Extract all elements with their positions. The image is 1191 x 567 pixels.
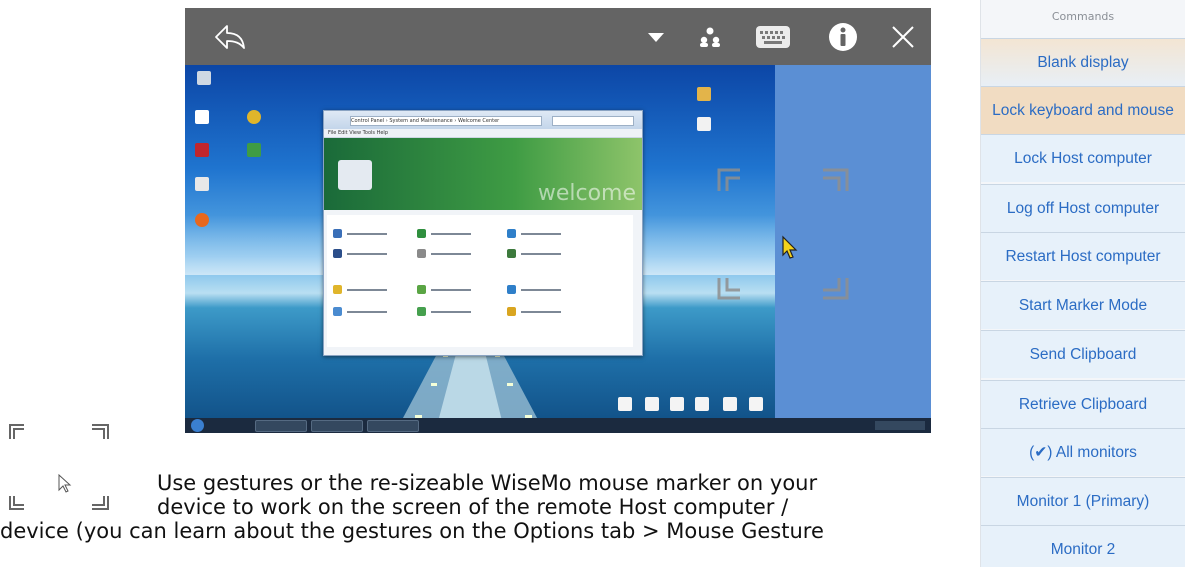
help-caption: Use gestures or the re-sizeable WiseMo m… bbox=[0, 471, 985, 567]
monitor-1-button[interactable]: Monitor 1 (Primary) bbox=[981, 477, 1185, 525]
file-icon[interactable] bbox=[697, 117, 711, 131]
caption-line-3: device (you can learn about the gestures… bbox=[0, 519, 824, 543]
taskbar-item[interactable] bbox=[311, 420, 363, 432]
log-off-host-button[interactable]: Log off Host computer bbox=[981, 184, 1185, 232]
restart-host-button[interactable]: Restart Host computer bbox=[981, 232, 1185, 280]
welcome-text: welcome bbox=[537, 181, 636, 206]
folder-icon[interactable] bbox=[697, 87, 711, 101]
users-icon[interactable] bbox=[695, 8, 725, 65]
send-clipboard-button[interactable]: Send Clipboard bbox=[981, 330, 1185, 378]
remote-desktop[interactable]: Control Panel › System and Maintenance ›… bbox=[185, 65, 775, 433]
address-field[interactable]: Control Panel › System and Maintenance ›… bbox=[350, 116, 542, 126]
shortcut-icon[interactable] bbox=[618, 397, 632, 411]
welcome-tasks bbox=[327, 215, 633, 347]
firefox-icon[interactable] bbox=[195, 213, 209, 227]
remote-taskbar bbox=[185, 418, 931, 433]
computer-icon bbox=[338, 160, 372, 190]
back-arrow-icon[interactable] bbox=[207, 8, 253, 65]
app-shortcut-icon[interactable] bbox=[247, 143, 261, 157]
shortcut-icon[interactable] bbox=[723, 397, 737, 411]
start-marker-mode-button[interactable]: Start Marker Mode bbox=[981, 281, 1185, 329]
keyboard-icon[interactable] bbox=[751, 8, 795, 65]
search-box[interactable] bbox=[552, 116, 634, 126]
acrobat-icon[interactable] bbox=[195, 143, 209, 157]
window-address-bar: Control Panel › System and Maintenance ›… bbox=[324, 111, 642, 129]
lock-host-button[interactable]: Lock Host computer bbox=[981, 134, 1185, 182]
document-icon[interactable] bbox=[195, 177, 209, 191]
commands-header: Commands bbox=[1051, 10, 1115, 23]
retrieve-clipboard-button[interactable]: Retrieve Clipboard bbox=[981, 380, 1185, 428]
pointer-icon bbox=[782, 235, 798, 259]
shortcut-icon[interactable] bbox=[749, 397, 763, 411]
all-monitors-toggle[interactable]: (✔) All monitors bbox=[981, 428, 1185, 476]
commands-panel: Commands Blank display Lock keyboard and… bbox=[980, 0, 1185, 567]
desktop-shortcut-icon[interactable] bbox=[195, 110, 209, 124]
viewer-toolbar bbox=[185, 8, 931, 65]
monitor-2-button[interactable]: Monitor 2 bbox=[981, 525, 1185, 567]
remote-viewer[interactable]: Control Panel › System and Maintenance ›… bbox=[185, 8, 931, 433]
close-icon[interactable] bbox=[885, 8, 921, 65]
taskbar-item[interactable] bbox=[367, 420, 419, 432]
caption-line-1: Use gestures or the re-sizeable WiseMo m… bbox=[157, 471, 818, 495]
shortcut-icon[interactable] bbox=[695, 397, 709, 411]
start-button-icon[interactable] bbox=[191, 419, 204, 432]
recycle-bin-icon[interactable] bbox=[197, 71, 211, 85]
window-menu-bar: File Edit View Tools Help bbox=[324, 129, 642, 138]
taskbar-item[interactable] bbox=[255, 420, 307, 432]
welcome-center-window[interactable]: Control Panel › System and Maintenance ›… bbox=[323, 110, 643, 356]
welcome-banner: welcome bbox=[324, 138, 642, 210]
shortcut-icon[interactable] bbox=[645, 397, 659, 411]
dropdown-caret-icon[interactable] bbox=[643, 8, 669, 65]
caption-line-2: device to work on the screen of the remo… bbox=[157, 495, 789, 519]
system-tray bbox=[875, 421, 925, 430]
info-icon[interactable] bbox=[825, 8, 861, 65]
shortcut-icon[interactable] bbox=[670, 397, 684, 411]
blank-display-button[interactable]: Blank display bbox=[981, 38, 1185, 86]
chrome-icon[interactable] bbox=[247, 110, 261, 124]
lock-keyboard-mouse-button[interactable]: Lock keyboard and mouse bbox=[981, 86, 1185, 134]
